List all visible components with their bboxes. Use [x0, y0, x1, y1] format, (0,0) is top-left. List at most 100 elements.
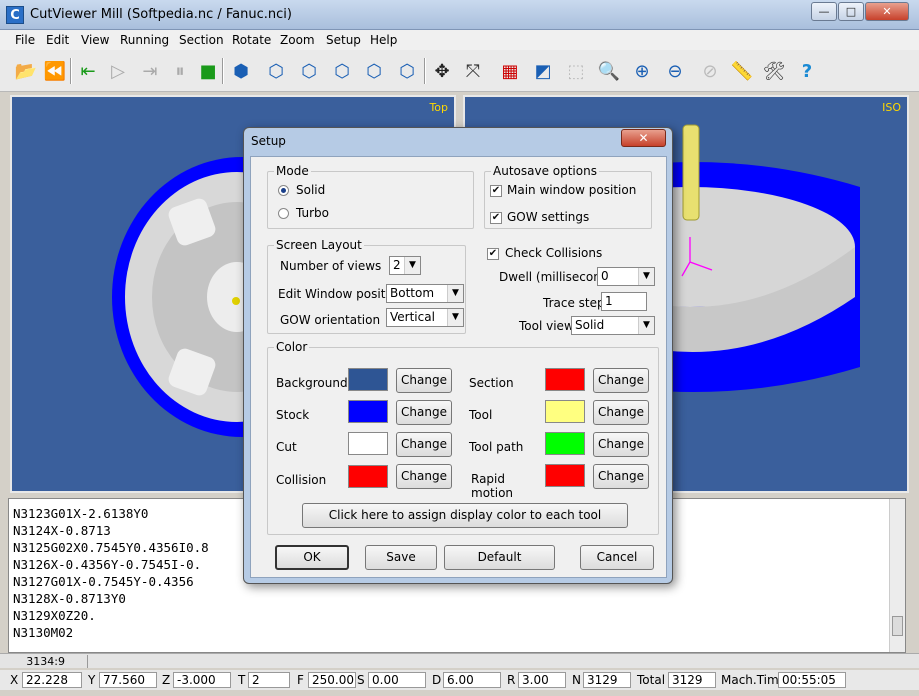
num-views-select[interactable]: 2 ▼	[389, 256, 421, 275]
total-value: 3129	[668, 672, 716, 688]
gcode-line: N3129X0Z20.	[13, 608, 96, 623]
y-label: Y	[88, 673, 96, 687]
main-window-checkbox[interactable]: ✔	[490, 185, 502, 197]
toolbar: 📂 ⏪ ⇤ ▷ ⇥ ⏸ ■ ⬢ ⬡ ⬡ ⬡ ⬡ ⬡ ✥ ⤧ ▦ ◩ ⬚ 🔍 ⊕ …	[0, 50, 919, 92]
back-view-icon[interactable]: ⬡	[329, 58, 355, 84]
solid-radio[interactable]	[278, 185, 289, 196]
section-plane-icon[interactable]: ◩	[530, 58, 556, 84]
edit-window-position-label: Edit Window position	[278, 287, 404, 301]
color-group-title: Color	[274, 340, 310, 354]
scroll-thumb[interactable]	[892, 616, 903, 636]
help-icon[interactable]: ?	[794, 58, 820, 84]
f-label: F	[297, 673, 304, 687]
pan-icon[interactable]: ✥	[429, 58, 455, 84]
gcode-scrollbar[interactable]	[889, 499, 905, 652]
front-view-icon[interactable]: ⬡	[263, 58, 289, 84]
chevron-down-icon: ▼	[404, 257, 420, 274]
check-collisions-checkbox[interactable]: ✔	[487, 248, 499, 260]
menu-help[interactable]: Help	[370, 33, 397, 47]
collision-color-label: Collision	[276, 473, 327, 487]
dialog-close-button[interactable]: ✕	[621, 129, 666, 147]
status-bar: 3134:9	[0, 653, 919, 668]
t-value: 2	[248, 672, 290, 688]
save-button[interactable]: Save	[365, 545, 437, 570]
setup-dialog: Setup ✕ Mode Solid Turbo Autosave option…	[243, 127, 673, 584]
toolbar-separator	[70, 58, 72, 84]
total-label: Total	[637, 673, 666, 687]
minimize-button[interactable]: —	[811, 2, 837, 21]
window-title: CutViewer Mill (Softpedia.nc / Fanuc.nci…	[30, 7, 292, 22]
left-view-icon[interactable]: ⬡	[361, 58, 387, 84]
menu-running[interactable]: Running	[120, 33, 169, 47]
dwell-value: 0	[601, 269, 609, 283]
main-window-label: Main window position	[507, 183, 637, 197]
gow-orientation-select[interactable]: Vertical ▼	[386, 308, 464, 327]
check-collisions-label: Check Collisions	[505, 246, 603, 260]
measure-icon[interactable]: ⬚	[563, 58, 589, 84]
change-rapid-motion-button[interactable]: Change	[593, 464, 649, 489]
change-cut-button[interactable]: Change	[396, 432, 452, 457]
tool-view-select[interactable]: Solid ▼	[571, 316, 655, 335]
change-tool-button[interactable]: Change	[593, 400, 649, 425]
edit-window-position-select[interactable]: Bottom ▼	[386, 284, 464, 303]
change-stock-button[interactable]: Change	[396, 400, 452, 425]
x-label: X	[10, 673, 19, 687]
change-tool-path-button[interactable]: Change	[593, 432, 649, 457]
menu-setup[interactable]: Setup	[326, 33, 361, 47]
step-start-icon[interactable]: ⇤	[75, 58, 101, 84]
rotate-icon[interactable]: ⤧	[460, 58, 486, 84]
zoom-window-icon[interactable]: 🔍	[596, 58, 622, 84]
chevron-down-icon: ▼	[447, 285, 463, 302]
screen-layout-title: Screen Layout	[274, 238, 364, 252]
menu-file[interactable]: File	[15, 33, 35, 47]
section-color-label: Section	[469, 376, 514, 390]
r-value: 3.00	[518, 672, 566, 688]
gow-orientation-label: GOW orientation	[280, 313, 381, 327]
tools-icon[interactable]: 🛠	[761, 58, 787, 84]
cut-color-label: Cut	[276, 440, 297, 454]
change-collision-button[interactable]: Change	[396, 464, 452, 489]
mode-group-title: Mode	[274, 164, 311, 178]
maximize-button[interactable]: □	[838, 2, 864, 21]
gcode-line: N3130M02	[13, 625, 74, 640]
menu-edit[interactable]: Edit	[46, 33, 69, 47]
pause-icon[interactable]: ⏸	[167, 58, 193, 84]
section-icon[interactable]: ▦	[497, 58, 523, 84]
menu-bar: File Edit View Running Section Rotate Zo…	[0, 30, 919, 50]
app-icon: C	[6, 6, 24, 24]
step-forward-icon[interactable]: ⇥	[137, 58, 163, 84]
zoom-fit-icon[interactable]: ⊘	[697, 58, 723, 84]
menu-section[interactable]: Section	[179, 33, 224, 47]
rapid-motion-color-label: Rapid motion	[471, 472, 514, 500]
background-color-label: Background	[276, 376, 348, 390]
trace-step-input[interactable]: 1	[601, 292, 647, 311]
assign-tool-colors-button[interactable]: Click here to assign display color to ea…	[302, 503, 628, 528]
ok-button[interactable]: OK	[275, 545, 349, 570]
change-background-button[interactable]: Change	[396, 368, 452, 393]
open-file-icon[interactable]: 📂	[13, 58, 39, 84]
menu-rotate[interactable]: Rotate	[232, 33, 271, 47]
stock-color-label: Stock	[276, 408, 310, 422]
rewind-icon[interactable]: ⏪	[42, 58, 68, 84]
dialog-title: Setup	[251, 134, 286, 148]
zoom-out-icon[interactable]: ⊖	[662, 58, 688, 84]
right-view-icon[interactable]: ⬡	[296, 58, 322, 84]
stop-icon[interactable]: ■	[195, 58, 221, 84]
cancel-button[interactable]: Cancel	[580, 545, 654, 570]
menu-view[interactable]: View	[81, 33, 109, 47]
ruler-icon[interactable]: 📏	[729, 58, 755, 84]
n-label: N	[572, 673, 581, 687]
dwell-select[interactable]: 0 ▼	[597, 267, 655, 286]
section-color-swatch	[545, 368, 585, 391]
top-view-icon[interactable]: ⬡	[394, 58, 420, 84]
default-button[interactable]: Default	[444, 545, 555, 570]
play-icon[interactable]: ▷	[105, 58, 131, 84]
gow-settings-checkbox[interactable]: ✔	[490, 212, 502, 224]
zoom-in-icon[interactable]: ⊕	[629, 58, 655, 84]
menu-zoom[interactable]: Zoom	[280, 33, 315, 47]
close-button[interactable]: ✕	[865, 2, 909, 21]
iso-view-icon[interactable]: ⬢	[228, 58, 254, 84]
view-label-iso: ISO	[882, 101, 901, 114]
turbo-radio[interactable]	[278, 208, 289, 219]
change-section-button[interactable]: Change	[593, 368, 649, 393]
